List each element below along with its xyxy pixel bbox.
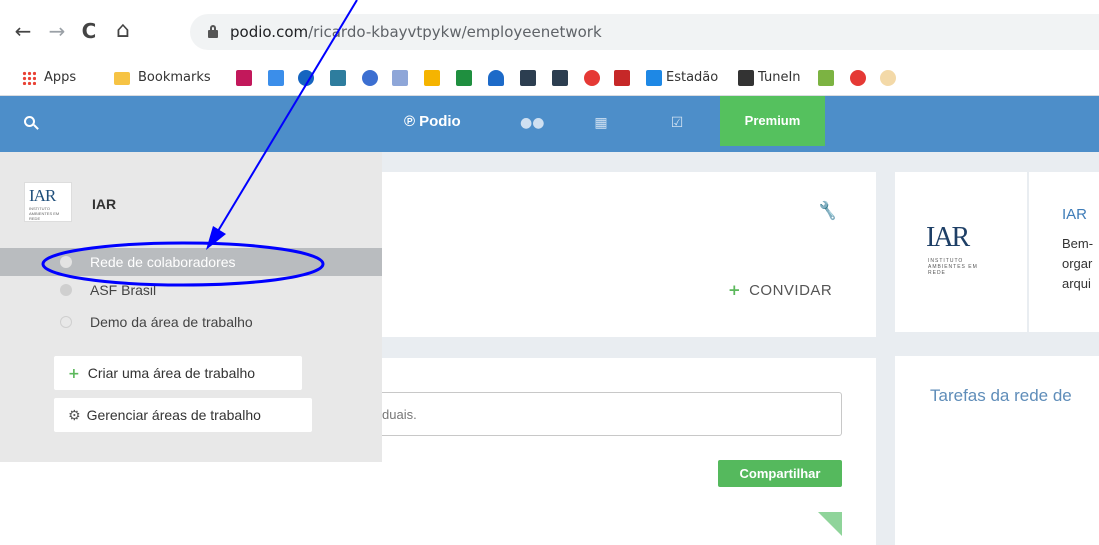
- manage-workspaces-button[interactable]: ⚙ Gerenciar áreas de trabalho: [54, 398, 312, 432]
- workspace-item-label: Demo da área de trabalho: [90, 314, 253, 330]
- invite-label: CONVIDAR: [749, 282, 833, 299]
- tunein-icon[interactable]: [738, 70, 754, 86]
- org-title-link[interactable]: IAR: [1062, 206, 1087, 223]
- bookmark-bookmarks-folder[interactable]: Bookmarks: [138, 68, 211, 88]
- iar-logo-subtext: INSTITUTO AMBIENTES EM REDE: [928, 258, 978, 276]
- workspace-item-asf-brasil[interactable]: ASF Brasil: [0, 276, 382, 304]
- url-text[interactable]: podio.com/ricardo-kbayvtpykw/employeenet…: [230, 23, 602, 41]
- create-workspace-button[interactable]: + Criar uma área de trabalho: [54, 356, 302, 390]
- org-logo[interactable]: IAR INSTITUTO AMBIENTES EM REDE: [24, 182, 72, 222]
- podio-logo-label: Podio: [419, 113, 461, 130]
- calendar-nav-icon[interactable]: ▦: [592, 115, 610, 133]
- heart-icon[interactable]: [584, 70, 600, 86]
- account-icon[interactable]: [298, 70, 314, 86]
- workspace-icon: [60, 284, 72, 296]
- share-button[interactable]: Compartilhar: [718, 460, 842, 487]
- workspace-header-card: [382, 172, 876, 337]
- address-bar[interactable]: podio.com/ricardo-kbayvtpykw/employeenet…: [190, 14, 1099, 50]
- drive-icon[interactable]: [424, 70, 440, 86]
- bookmark-tunein[interactable]: TuneIn: [758, 68, 801, 88]
- wrench-icon[interactable]: 🔧: [816, 200, 839, 222]
- podio-home-link[interactable]: ℗ Podio: [404, 113, 461, 130]
- url-host: podio.com: [230, 23, 309, 41]
- bookmark-apps[interactable]: Apps: [44, 68, 76, 88]
- org-name[interactable]: IAR: [92, 196, 116, 212]
- apps-grid-icon[interactable]: [22, 71, 36, 85]
- onedrive-icon[interactable]: [488, 70, 504, 86]
- contacts-icon[interactable]: ●●: [520, 115, 544, 133]
- mail-icon[interactable]: [236, 70, 252, 86]
- workspace-switcher-panel: IAR INSTITUTO AMBIENTES EM REDE IAR Rede…: [0, 152, 382, 545]
- browser-toolbar: ← → C ⌂ podio.com/ricardo-kbayvtpykw/emp…: [0, 0, 1099, 60]
- bookmark-estadao[interactable]: Estadão: [666, 68, 718, 88]
- iar-logo-text: IAR: [926, 222, 970, 253]
- workspace-item-label: ASF Brasil: [90, 282, 157, 298]
- status-input[interactable]: duais.: [382, 392, 842, 436]
- cs-bookmark-icon[interactable]: [520, 70, 536, 86]
- share-card: [382, 358, 876, 545]
- workspace-panel-footer: [0, 462, 382, 545]
- url-path: /ricardo-kbayvtpykw/employeenetwork: [308, 23, 602, 41]
- face-bookmark-icon[interactable]: [880, 70, 896, 86]
- estadao-icon[interactable]: [646, 70, 662, 86]
- podio-logo-icon: ℗: [404, 113, 416, 130]
- home-icon[interactable]: ⌂: [110, 18, 136, 44]
- green-bookmark-icon[interactable]: [818, 70, 834, 86]
- manage-workspaces-label: Gerenciar áreas de trabalho: [86, 407, 261, 423]
- workspace-item-label: Rede de colaboradores: [90, 254, 236, 270]
- org-info-card: [1029, 172, 1099, 332]
- tasks-title[interactable]: Tarefas da rede de: [930, 386, 1072, 406]
- gn-bookmark-icon[interactable]: [614, 70, 630, 86]
- org-description-line: orgar: [1062, 256, 1093, 271]
- red-bookmark-icon[interactable]: [850, 70, 866, 86]
- cs-bookmark-2-icon[interactable]: [552, 70, 568, 86]
- workspace-icon: [60, 316, 72, 328]
- gear-icon: ⚙: [68, 408, 81, 424]
- org-logo-subtext: INSTITUTO AMBIENTES EM REDE: [29, 206, 60, 221]
- podio-top-bar: ℗ Podio ●● ▦ ☑: [0, 96, 1099, 152]
- bookmarks-bar: Apps Bookmarks Estadão TuneIn: [0, 60, 1099, 96]
- sheets-icon[interactable]: [456, 70, 472, 86]
- calendar-icon[interactable]: [268, 70, 284, 86]
- premium-button[interactable]: Premium: [720, 96, 825, 146]
- workspace-icon: [60, 256, 72, 268]
- create-workspace-label: Criar uma área de trabalho: [87, 365, 256, 381]
- reload-icon[interactable]: C: [76, 18, 102, 44]
- translate-icon[interactable]: [392, 70, 408, 86]
- workspace-item-rede-de-colaboradores[interactable]: Rede de colaboradores: [0, 248, 382, 276]
- org-description-line: Bem-: [1062, 236, 1094, 251]
- status-placeholder: duais.: [382, 407, 417, 422]
- forward-arrow-icon[interactable]: →: [44, 18, 70, 44]
- tasks-card: [895, 356, 1099, 545]
- podio-bookmark-icon[interactable]: [362, 70, 378, 86]
- invite-button[interactable]: + CONVIDAR: [728, 281, 832, 299]
- org-description-line: arqui: [1062, 276, 1091, 291]
- search-icon[interactable]: [24, 116, 40, 132]
- ca-bookmark-icon[interactable]: [330, 70, 346, 86]
- tasks-check-icon[interactable]: ☑: [668, 115, 686, 133]
- corner-flag: [818, 512, 842, 536]
- org-logo-text: IAR: [29, 186, 56, 205]
- back-arrow-icon[interactable]: ←: [10, 18, 36, 44]
- plus-icon: +: [68, 366, 80, 382]
- lock-icon[interactable]: [208, 25, 218, 38]
- workspace-item-demo[interactable]: Demo da área de trabalho: [0, 308, 382, 336]
- folder-icon[interactable]: [114, 72, 130, 85]
- iar-logo: IAR INSTITUTO AMBIENTES EM REDE: [926, 222, 996, 282]
